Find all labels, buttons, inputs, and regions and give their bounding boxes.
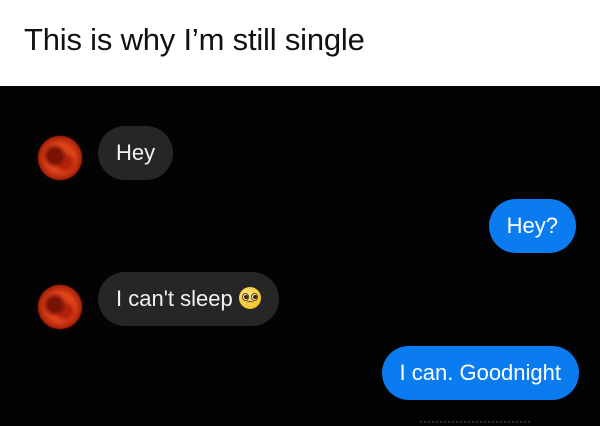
pleading-face-emoji-icon xyxy=(238,287,261,310)
message-text: I can't sleep xyxy=(116,286,233,311)
contact-avatar[interactable] xyxy=(38,285,82,329)
meme-caption: This is why I’m still single xyxy=(24,22,365,57)
chat-thread[interactable]: Hey Hey? I can't sleep I can. Goodnight xyxy=(0,86,600,426)
message-bubble-incoming[interactable]: Hey xyxy=(98,126,174,180)
message-bubble-incoming[interactable]: I can't sleep xyxy=(98,272,279,326)
message-text: Hey xyxy=(116,140,156,165)
contact-avatar[interactable] xyxy=(38,136,82,180)
caption-bar: This is why I’m still single xyxy=(0,0,600,86)
message-text: Hey? xyxy=(506,213,558,238)
message-bubble-outgoing[interactable]: Hey? xyxy=(488,199,576,253)
cropped-status-text xyxy=(420,420,530,426)
message-bubble-outgoing[interactable]: I can. Goodnight xyxy=(381,346,579,400)
message-text: I can. Goodnight xyxy=(399,360,561,385)
